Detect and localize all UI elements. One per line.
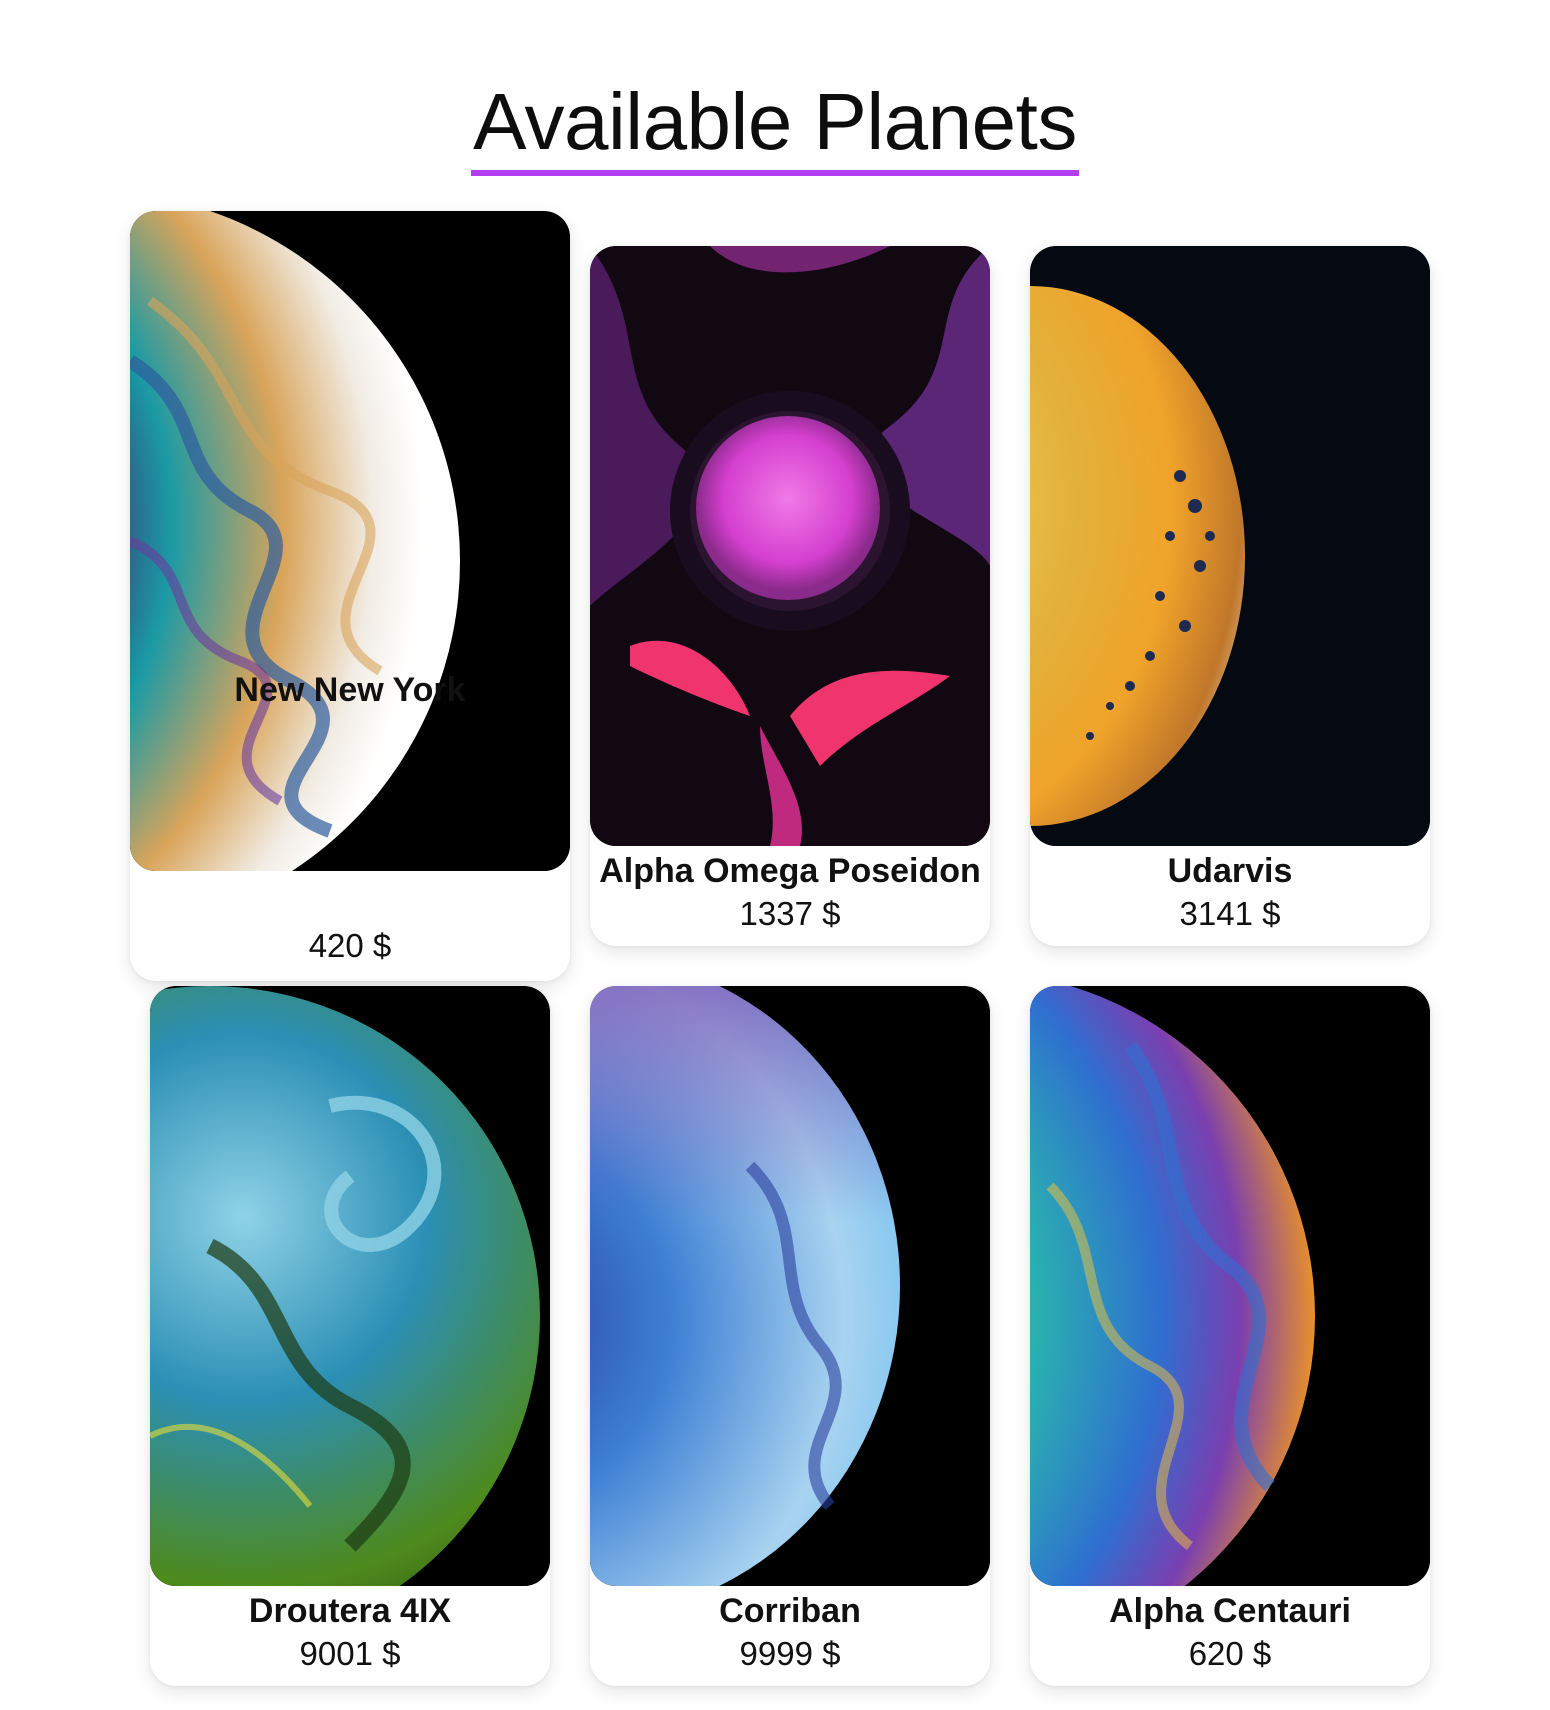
planet-name: Alpha Omega Poseidon xyxy=(599,852,981,890)
planet-image-droutera-4ix xyxy=(150,986,550,1586)
planet-card-droutera-4ix[interactable]: Droutera 4IX 9001 $ xyxy=(150,986,550,1686)
planet-image-new-new-york xyxy=(130,211,570,871)
planet-image-corriban xyxy=(590,986,990,1586)
planet-name: Corriban xyxy=(719,1592,861,1630)
planet-name: New New York xyxy=(234,671,466,709)
planet-price: 9001 $ xyxy=(299,1635,401,1672)
planet-price: 1337 $ xyxy=(739,895,841,932)
planet-card-new-new-york[interactable]: New New York 420 $ xyxy=(130,211,570,981)
planet-card-corriban[interactable]: Corriban 9999 $ xyxy=(590,986,990,1686)
planet-image-alpha-centauri xyxy=(1030,986,1430,1586)
planet-card-alpha-centauri[interactable]: Alpha Centauri 620 $ xyxy=(1030,986,1430,1686)
planet-image-alpha-omega-poseidon xyxy=(590,246,990,846)
planet-price: 620 $ xyxy=(1188,1635,1272,1672)
planet-name: Droutera 4IX xyxy=(248,1592,452,1630)
planet-card-udarvis[interactable]: Udarvis 3141 $ xyxy=(1030,246,1430,946)
planet-price: 420 $ xyxy=(308,927,392,964)
page-title: Available Planets xyxy=(471,76,1079,176)
planet-price: 3141 $ xyxy=(1179,895,1281,932)
planet-image-udarvis xyxy=(1030,246,1430,846)
planet-name: Udarvis xyxy=(1167,852,1293,890)
planet-name: Alpha Centauri xyxy=(1109,1592,1351,1630)
planet-price: 9999 $ xyxy=(739,1635,841,1672)
planet-card-alpha-omega-poseidon[interactable]: Alpha Omega Poseidon 1337 $ xyxy=(590,246,990,946)
page-header: Available Planets xyxy=(0,76,1550,176)
